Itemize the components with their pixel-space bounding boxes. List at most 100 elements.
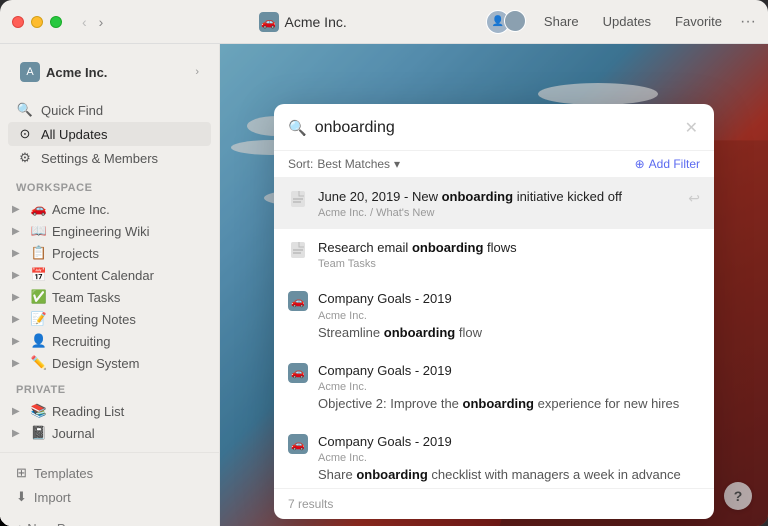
workspace-icon: A [20, 62, 40, 82]
search-input[interactable] [315, 119, 675, 137]
sidebar: A Acme Inc. › 🔍 Quick Find ⊙ All Updates… [0, 44, 220, 526]
result-acme-icon-4: 🚗 [288, 434, 308, 454]
titlebar-center: 🚗 Acme Inc. [119, 12, 486, 32]
maximize-button[interactable] [50, 16, 62, 28]
search-result-0[interactable]: June 20, 2019 - New onboarding initiativ… [274, 178, 714, 229]
chevron-icon: ▶ [12, 226, 26, 237]
search-results: June 20, 2019 - New onboarding initiativ… [274, 178, 714, 488]
back-arrow[interactable]: ‹ [78, 12, 91, 32]
import-item[interactable]: ⬇ Import [8, 485, 211, 509]
sidebar-item-meeting-notes[interactable]: ▶ 📝 Meeting Notes [0, 308, 219, 330]
search-result-2[interactable]: 🚗 Company Goals - 2019 Acme Inc. Streaml… [274, 280, 714, 351]
result-content-2: Company Goals - 2019 Acme Inc. Streamlin… [318, 290, 700, 341]
chevron-icon: ▶ [12, 292, 26, 303]
wiki-icon: 📖 [30, 223, 48, 239]
result-content-0: June 20, 2019 - New onboarding initiativ… [318, 188, 678, 219]
search-result-3[interactable]: 🚗 Company Goals - 2019 Acme Inc. Objecti… [274, 352, 714, 423]
sidebar-item-all-updates[interactable]: ⊙ All Updates [8, 122, 211, 146]
clear-search-button[interactable]: ✕ [683, 116, 700, 140]
add-filter-button[interactable]: ⊕ Add Filter [635, 157, 700, 171]
recruiting-label: Recruiting [52, 334, 211, 349]
sidebar-item-journal[interactable]: ▶ 📓 Journal [0, 422, 219, 444]
journal-label: Journal [52, 426, 211, 441]
search-result-1[interactable]: Research email onboarding flows Team Tas… [274, 229, 714, 280]
sort-dropdown[interactable]: Sort: Best Matches ▾ [288, 157, 400, 171]
result-path-1: Team Tasks [318, 258, 700, 270]
result-arrow-0: ↩ [688, 188, 700, 207]
all-updates-label: All Updates [41, 127, 107, 142]
import-icon: ⬇ [16, 489, 27, 505]
titlebar-right: 👤 Share Updates Favorite ··· [486, 10, 756, 34]
projects-label: Projects [52, 246, 211, 261]
result-content-1: Research email onboarding flows Team Tas… [318, 239, 700, 270]
design-system-label: Design System [52, 356, 211, 371]
updates-button[interactable]: Updates [597, 12, 657, 31]
meeting-notes-label: Meeting Notes [52, 312, 211, 327]
search-header: 🔍 ✕ [274, 104, 714, 151]
sidebar-item-quick-find[interactable]: 🔍 Quick Find [8, 98, 211, 122]
reading-icon: 📚 [30, 403, 48, 419]
add-page-button[interactable]: + New Page [8, 517, 211, 526]
settings-icon: ⚙ [16, 150, 34, 166]
sidebar-item-design-system[interactable]: ▶ ✏️ Design System [0, 352, 219, 374]
share-button[interactable]: Share [538, 12, 585, 31]
result-content-4: Company Goals - 2019 Acme Inc. Share onb… [318, 433, 700, 484]
sidebar-item-acme-inc[interactable]: ▶ 🚗 Acme Inc. [0, 198, 219, 220]
sidebar-item-recruiting[interactable]: ▶ 👤 Recruiting [0, 330, 219, 352]
templates-item[interactable]: ⊞ Templates [8, 461, 211, 485]
filter-plus-icon: ⊕ [635, 157, 645, 171]
chevron-icon: ▶ [12, 358, 26, 369]
result-content-3: Company Goals - 2019 Acme Inc. Objective… [318, 362, 700, 413]
projects-icon: 📋 [30, 245, 48, 261]
search-result-4[interactable]: 🚗 Company Goals - 2019 Acme Inc. Share o… [274, 423, 714, 488]
search-modal: 🔍 ✕ Sort: Best Matches ▾ ⊕ Add [274, 104, 714, 519]
private-section-label: PRIVATE [0, 374, 219, 400]
result-doc-icon-1 [288, 240, 308, 260]
sidebar-item-content-calendar[interactable]: ▶ 📅 Content Calendar [0, 264, 219, 286]
titlebar: ‹ › 🚗 Acme Inc. 👤 Share Updates Favorite… [0, 0, 768, 44]
result-path-3: Acme Inc. [318, 381, 700, 393]
favorite-button[interactable]: Favorite [669, 12, 728, 31]
tasks-icon: ✅ [30, 289, 48, 305]
sort-label: Sort: [288, 157, 313, 171]
chevron-icon: ▶ [12, 248, 26, 259]
result-title-2: Company Goals - 2019 [318, 290, 700, 308]
search-toolbar: Sort: Best Matches ▾ ⊕ Add Filter [274, 151, 714, 178]
result-path-0: Acme Inc. / What's New [318, 207, 678, 219]
chevron-icon: ▶ [12, 270, 26, 281]
import-label: Import [34, 490, 71, 505]
right-panel: 🔍 ✕ Sort: Best Matches ▾ ⊕ Add [220, 44, 768, 526]
results-count: 7 results [288, 497, 333, 511]
chevron-icon: ▶ [12, 314, 26, 325]
result-path-2: Acme Inc. [318, 310, 700, 322]
recruiting-icon: 👤 [30, 333, 48, 349]
result-path-4: Acme Inc. [318, 452, 700, 464]
sidebar-item-projects[interactable]: ▶ 📋 Projects [0, 242, 219, 264]
acme-icon: 🚗 [30, 201, 48, 217]
workspace-header[interactable]: A Acme Inc. › [12, 58, 207, 86]
sidebar-item-engineering-wiki[interactable]: ▶ 📖 Engineering Wiki [0, 220, 219, 242]
sidebar-item-team-tasks[interactable]: ▶ ✅ Team Tasks [0, 286, 219, 308]
avatar-group: 👤 [486, 10, 526, 34]
close-button[interactable] [12, 16, 24, 28]
chevron-icon: ▶ [12, 428, 26, 439]
team-tasks-label: Team Tasks [52, 290, 211, 305]
page-title: Acme Inc. [285, 14, 347, 30]
minimize-button[interactable] [31, 16, 43, 28]
chevron-icon: ▶ [12, 406, 26, 417]
more-button[interactable]: ··· [740, 13, 756, 31]
workspace-name: Acme Inc. [46, 65, 189, 80]
main-content: A Acme Inc. › 🔍 Quick Find ⊙ All Updates… [0, 44, 768, 526]
acme-label: Acme Inc. [52, 202, 211, 217]
sidebar-item-reading-list[interactable]: ▶ 📚 Reading List [0, 400, 219, 422]
sidebar-item-settings[interactable]: ⚙ Settings & Members [8, 146, 211, 170]
notes-icon: 📝 [30, 311, 48, 327]
search-icon: 🔍 [16, 102, 34, 118]
modal-overlay: 🔍 ✕ Sort: Best Matches ▾ ⊕ Add [220, 44, 768, 526]
result-title-1: Research email onboarding flows [318, 239, 700, 257]
forward-arrow[interactable]: › [95, 12, 108, 32]
design-icon: ✏️ [30, 355, 48, 371]
result-title-3: Company Goals - 2019 [318, 362, 700, 380]
settings-label: Settings & Members [41, 151, 158, 166]
sort-chevron-icon: ▾ [394, 157, 400, 171]
